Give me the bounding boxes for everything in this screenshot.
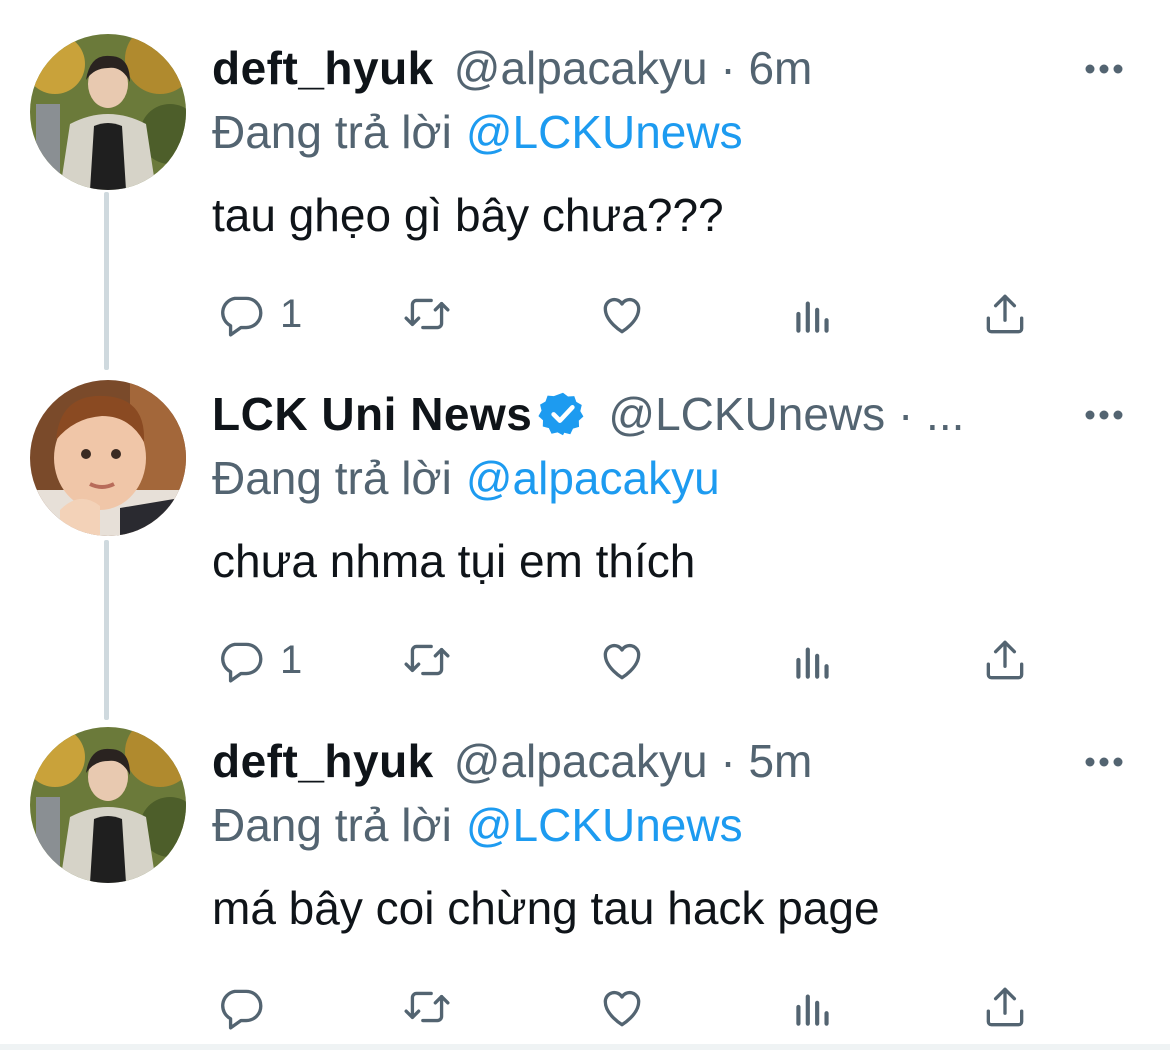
tweet-text: chưa nhma tụi em thích — [212, 535, 696, 587]
tweet-text: má bây coi chừng tau hack page — [212, 882, 880, 934]
retweet-icon — [404, 644, 450, 676]
reply-prefix: Đang trả lời — [212, 452, 452, 504]
more-options-button[interactable] — [1082, 747, 1126, 777]
like-button[interactable] — [597, 284, 647, 344]
analytics-button[interactable] — [788, 630, 838, 690]
reply-icon — [221, 989, 263, 1030]
more-options-button[interactable] — [1082, 54, 1126, 84]
share-button[interactable] — [980, 630, 1030, 690]
tweet-header: LCK Uni News @LCKUnews · ... — [212, 384, 1040, 444]
display-name[interactable]: deft_hyuk — [212, 731, 434, 791]
reply-mention-link[interactable]: @LCKUnews — [466, 106, 743, 158]
more-options-button[interactable] — [1082, 400, 1126, 430]
retweet-button[interactable] — [402, 977, 452, 1037]
like-button[interactable] — [597, 977, 647, 1037]
share-icon — [986, 640, 1024, 680]
reply-count: 1 — [280, 291, 303, 336]
person-avatar-image — [30, 727, 186, 883]
replying-to: Đang trả lời @LCKUnews — [212, 795, 743, 855]
analytics-icon — [796, 994, 829, 1026]
avatar[interactable] — [30, 34, 186, 190]
reply-icon — [221, 642, 263, 683]
handle-and-time[interactable]: @LCKUnews · ... — [608, 384, 964, 444]
reply-mention-link[interactable]: @LCKUnews — [466, 799, 743, 851]
share-icon — [986, 294, 1024, 334]
handle-and-time[interactable]: @alpacakyu · 5m — [454, 731, 813, 791]
reply-button[interactable]: 1 — [216, 284, 302, 344]
divider — [0, 1044, 1170, 1050]
tweet-header: deft_hyuk @alpacakyu · 5m — [212, 731, 1040, 791]
retweet-icon — [404, 298, 450, 330]
display-name[interactable]: LCK Uni News — [212, 384, 532, 444]
reply-button[interactable]: 1 — [216, 630, 302, 690]
handle-and-time[interactable]: @alpacakyu · 6m — [454, 38, 813, 98]
more-icon — [1085, 64, 1123, 74]
tweet[interactable]: deft_hyuk @alpacakyu · 6m Đang trả lời @L… — [0, 34, 1170, 379]
like-icon — [603, 990, 641, 1027]
share-button[interactable] — [980, 977, 1030, 1037]
analytics-icon — [796, 647, 829, 679]
reply-prefix: Đang trả lời — [212, 799, 452, 851]
like-icon — [603, 297, 641, 334]
reply-icon — [221, 296, 263, 337]
replying-to: Đang trả lời @LCKUnews — [212, 102, 743, 162]
like-button[interactable] — [597, 630, 647, 690]
reply-count: 1 — [280, 637, 303, 682]
retweet-button[interactable] — [402, 284, 452, 344]
retweet-icon — [404, 991, 450, 1023]
analytics-button[interactable] — [788, 284, 838, 344]
tweet-actions: 1 — [212, 284, 1032, 344]
tweet-actions — [212, 977, 1032, 1037]
child-avatar-image — [30, 380, 186, 536]
reply-mention-link[interactable]: @alpacakyu — [466, 452, 720, 504]
person-avatar-image — [30, 34, 186, 190]
avatar[interactable] — [30, 380, 186, 536]
verified-badge-icon — [538, 389, 588, 439]
tweet[interactable]: deft_hyuk @alpacakyu · 5m Đang trả lời @L… — [0, 727, 1170, 1050]
replying-to: Đang trả lời @alpacakyu — [212, 448, 720, 508]
analytics-button[interactable] — [788, 977, 838, 1037]
tweet[interactable]: LCK Uni News @LCKUnews · ... Đang trả lờ… — [0, 380, 1170, 725]
analytics-icon — [796, 301, 829, 333]
reply-button[interactable] — [216, 977, 280, 1037]
retweet-button[interactable] — [402, 630, 452, 690]
display-name[interactable]: deft_hyuk — [212, 38, 434, 98]
more-icon — [1085, 757, 1123, 767]
more-icon — [1085, 410, 1123, 420]
share-icon — [986, 987, 1024, 1027]
tweet-text: tau ghẹo gì bây chưa??? — [212, 189, 724, 241]
tweet-actions: 1 — [212, 630, 1032, 690]
tweet-header: deft_hyuk @alpacakyu · 6m — [212, 38, 1040, 98]
avatar[interactable] — [30, 727, 186, 883]
like-icon — [603, 643, 641, 680]
share-button[interactable] — [980, 284, 1030, 344]
reply-prefix: Đang trả lời — [212, 106, 452, 158]
